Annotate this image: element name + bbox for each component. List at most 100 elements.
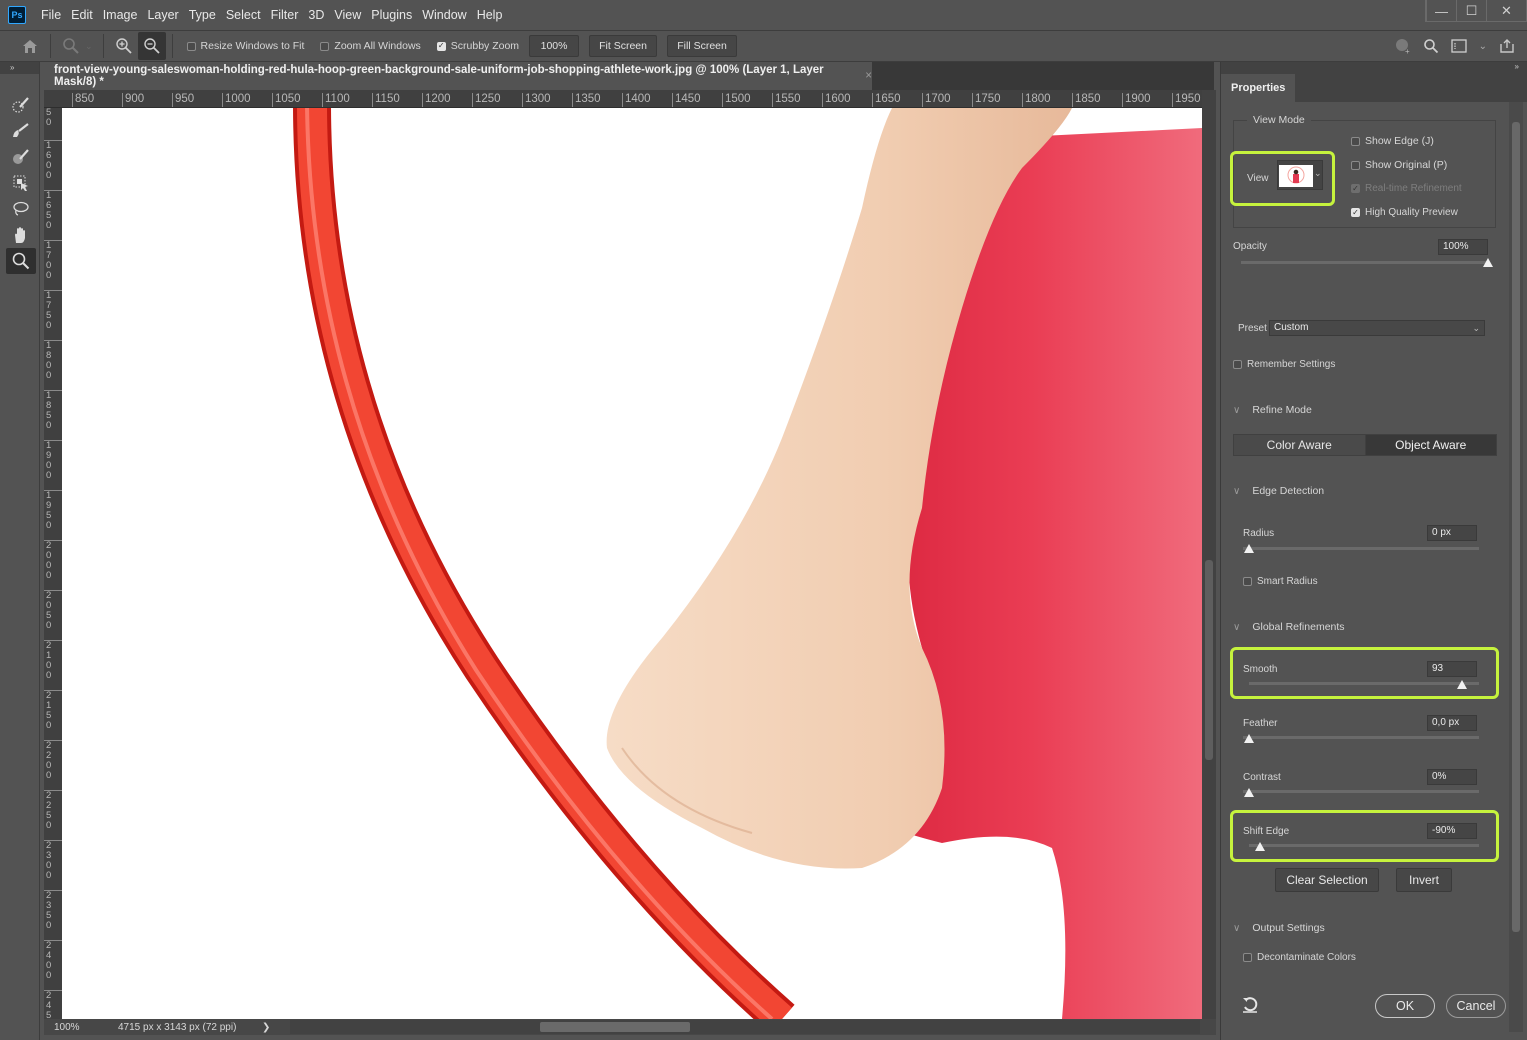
color-aware-option[interactable]: Color Aware (1234, 435, 1366, 455)
refine-mode-section[interactable]: ∨ Refine Mode (1233, 404, 1312, 416)
invite-user-icon[interactable]: + (1389, 32, 1417, 60)
smooth-slider-track[interactable] (1249, 682, 1479, 685)
chevron-down-icon[interactable]: ⌄ (85, 41, 93, 52)
close-document-icon[interactable]: × (865, 70, 872, 82)
edge-detection-section[interactable]: ∨ Edge Detection (1233, 485, 1324, 497)
feather-slider-track[interactable] (1243, 736, 1479, 739)
clear-selection-button[interactable]: Clear Selection (1275, 868, 1379, 892)
show-edge-checkbox[interactable]: Show Edge (J) (1351, 135, 1434, 147)
tab-properties[interactable]: Properties (1221, 74, 1296, 102)
checkbox-box[interactable] (320, 41, 330, 51)
contrast-input[interactable]: 0% (1427, 769, 1477, 785)
menu-plugins[interactable]: Plugins (366, 8, 417, 22)
hand-tool-icon[interactable] (6, 222, 36, 248)
shift-edge-input[interactable]: -90% (1427, 823, 1477, 839)
fit-screen-button[interactable]: Fit Screen (589, 35, 658, 57)
menu-type[interactable]: Type (184, 8, 221, 22)
checkbox-box[interactable] (1243, 953, 1252, 962)
image-canvas[interactable] (62, 108, 1202, 1019)
zoom-out-icon[interactable] (137, 32, 166, 60)
contrast-slider-track[interactable] (1243, 790, 1479, 793)
share-icon[interactable] (1493, 32, 1521, 60)
invert-button[interactable]: Invert (1396, 868, 1452, 892)
reset-icon[interactable] (1241, 996, 1259, 1019)
output-settings-section[interactable]: ∨ Output Settings (1233, 922, 1325, 934)
scroll-thumb[interactable] (1512, 122, 1520, 932)
close-window-button[interactable]: ✕ (1486, 0, 1526, 22)
grip[interactable] (0, 74, 39, 92)
opacity-slider-knob[interactable] (1482, 258, 1494, 267)
zoom-in-icon[interactable] (110, 32, 138, 60)
ok-button[interactable]: OK (1375, 994, 1435, 1018)
minimize-button[interactable]: — (1426, 0, 1456, 22)
zoom-tool-preset-icon[interactable] (57, 32, 85, 60)
scroll-thumb[interactable] (1205, 560, 1213, 760)
checkbox-box[interactable] (1233, 360, 1242, 369)
menu-select[interactable]: Select (221, 8, 266, 22)
menu-filter[interactable]: Filter (266, 8, 304, 22)
checkbox-box[interactable]: ✓ (436, 41, 446, 51)
zoom-tool-icon[interactable] (6, 248, 36, 274)
smart-radius-checkbox[interactable]: Smart Radius (1243, 576, 1318, 587)
zoom-percent-field[interactable]: 100% (529, 35, 580, 57)
search-icon[interactable] (1417, 32, 1445, 60)
menu-view[interactable]: View (329, 8, 366, 22)
refine-edge-brush-icon[interactable] (6, 118, 36, 144)
quick-selection-tool-icon[interactable] (6, 92, 36, 118)
shift-edge-slider-track[interactable] (1249, 844, 1479, 847)
home-icon[interactable] (16, 32, 44, 60)
zoom-all-windows-checkbox[interactable]: Zoom All Windows (320, 40, 421, 52)
status-menu-arrow-icon[interactable]: ❯ (262, 1022, 270, 1033)
menu-window[interactable]: Window (417, 8, 471, 22)
workspace-chevron-icon[interactable]: ⌄ (1479, 41, 1487, 52)
checkbox-box[interactable] (1351, 136, 1360, 146)
show-original-checkbox[interactable]: Show Original (P) (1351, 159, 1447, 171)
object-selection-tool-icon[interactable] (6, 170, 36, 196)
object-aware-option[interactable]: Object Aware (1365, 435, 1496, 455)
collapse-tools-icon[interactable]: » (0, 62, 39, 74)
opacity-input[interactable]: 100% (1438, 239, 1488, 255)
checkbox-box[interactable] (1243, 577, 1252, 586)
collapse-panel-icon[interactable]: » (1515, 62, 1519, 71)
document-tab[interactable]: front-view-young-saleswoman-holding-red-… (44, 62, 872, 90)
lasso-tool-icon[interactable] (6, 196, 36, 222)
checkbox-box[interactable] (186, 41, 196, 51)
feather-slider-knob[interactable] (1243, 734, 1255, 743)
radius-slider-knob[interactable] (1243, 544, 1255, 553)
decontaminate-colors-checkbox[interactable]: Decontaminate Colors (1243, 952, 1356, 963)
scrubby-zoom-checkbox[interactable]: ✓ Scrubby Zoom (436, 40, 519, 52)
ruler-tick-label: 1750 (44, 290, 62, 331)
checkbox-box[interactable] (1351, 160, 1360, 170)
brush-tool-icon[interactable] (6, 144, 36, 170)
cancel-button[interactable]: Cancel (1446, 994, 1506, 1018)
status-zoom[interactable]: 100% (44, 1022, 104, 1033)
checkbox-box[interactable]: ✓ (1351, 208, 1360, 217)
panel-scrollbar[interactable] (1509, 102, 1523, 1032)
smooth-slider-knob[interactable] (1457, 680, 1468, 689)
high-quality-preview-checkbox[interactable]: ✓ High Quality Preview (1351, 207, 1458, 218)
workspace-icon[interactable] (1445, 32, 1473, 60)
view-dropdown[interactable]: ⌄ (1277, 160, 1323, 190)
scroll-thumb[interactable] (540, 1022, 690, 1032)
contrast-slider-knob[interactable] (1243, 788, 1255, 797)
global-refinements-section[interactable]: ∨ Global Refinements (1233, 621, 1345, 633)
remember-settings-checkbox[interactable]: Remember Settings (1233, 359, 1335, 370)
menu-help[interactable]: Help (472, 8, 508, 22)
preset-dropdown[interactable]: Custom ⌄ (1269, 320, 1485, 336)
shift-edge-slider-knob[interactable] (1255, 842, 1266, 851)
maximize-button[interactable]: ☐ (1456, 0, 1486, 22)
canvas-horizontal-scrollbar[interactable] (290, 1020, 1200, 1034)
menu-file[interactable]: File (36, 8, 66, 22)
menu-3d[interactable]: 3D (303, 8, 329, 22)
canvas-vertical-scrollbar[interactable] (1202, 90, 1216, 1019)
fill-screen-button[interactable]: Fill Screen (667, 35, 738, 57)
radius-slider-track[interactable] (1243, 547, 1479, 550)
menu-image[interactable]: Image (98, 8, 143, 22)
menu-layer[interactable]: Layer (142, 8, 183, 22)
smooth-input[interactable]: 93 (1427, 661, 1477, 677)
opacity-slider-track[interactable] (1241, 261, 1488, 264)
radius-input[interactable]: 0 px (1427, 525, 1477, 541)
menu-edit[interactable]: Edit (66, 8, 98, 22)
resize-windows-checkbox[interactable]: Resize Windows to Fit (186, 40, 304, 52)
feather-input[interactable]: 0,0 px (1427, 715, 1477, 731)
